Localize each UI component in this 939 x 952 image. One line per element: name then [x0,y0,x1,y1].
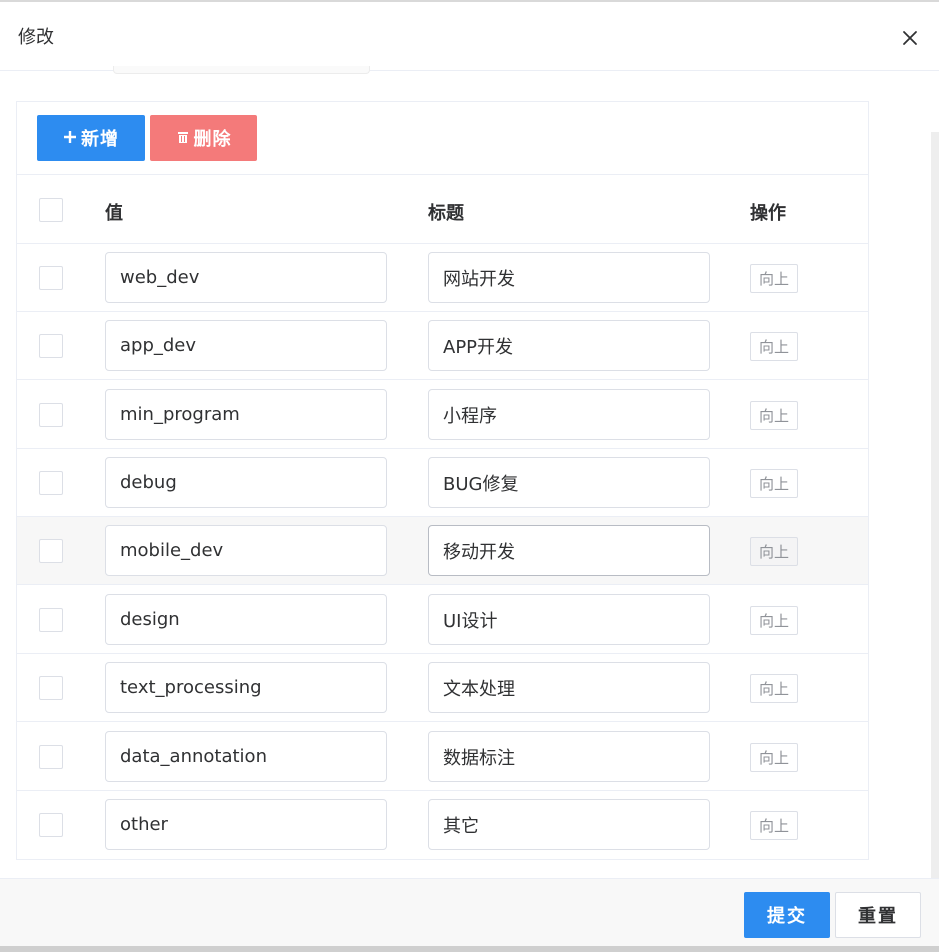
move-up-button[interactable]: 向上 [750,537,798,566]
trash-icon [176,128,190,149]
hidden-field-edge [113,66,370,74]
value-input[interactable]: debug [105,457,387,508]
title-input[interactable]: 数据标注 [428,731,710,782]
move-up-button[interactable]: 向上 [750,674,798,703]
table-toolbar: 新增 删除 [17,102,868,175]
value-input[interactable]: design [105,594,387,645]
table-row: web_dev 网站开发 向上 [17,244,868,312]
row-checkbox[interactable] [39,676,63,700]
title-input[interactable]: 小程序 [428,389,710,440]
delete-button[interactable]: 删除 [150,115,257,161]
title-input[interactable]: 文本处理 [428,662,710,713]
title-input[interactable]: APP开发 [428,320,710,371]
dialog-header: 修改 [0,2,939,71]
row-checkbox[interactable] [39,471,63,495]
header-action: 操作 [750,203,786,224]
title-input[interactable]: 网站开发 [428,252,710,303]
title-input[interactable]: BUG修复 [428,457,710,508]
table-row: design UI设计 向上 [17,586,868,654]
row-checkbox[interactable] [39,608,63,632]
value-input[interactable]: min_program [105,389,387,440]
value-input[interactable]: data_annotation [105,731,387,782]
row-checkbox[interactable] [39,745,63,769]
value-input[interactable]: other [105,799,387,850]
table-row: text_processing 文本处理 向上 [17,654,868,722]
row-checkbox[interactable] [39,266,63,290]
value-input[interactable]: app_dev [105,320,387,371]
title-input[interactable]: UI设计 [428,594,710,645]
table-header: 值 标题 操作 [17,175,868,244]
move-up-button[interactable]: 向上 [750,743,798,772]
add-button[interactable]: 新增 [37,115,145,161]
move-up-button[interactable]: 向上 [750,401,798,430]
title-input[interactable]: 其它 [428,799,710,850]
options-table-card: 新增 删除 值 标题 操作 web_dev 网站开发 向上 app_dev AP… [16,101,869,860]
move-up-button[interactable]: 向上 [750,332,798,361]
move-up-button[interactable]: 向上 [750,264,798,293]
row-checkbox[interactable] [39,403,63,427]
row-checkbox[interactable] [39,539,63,563]
dialog-title: 修改 [18,27,54,48]
table-row: min_program 小程序 向上 [17,381,868,449]
add-button-label: 新增 [81,129,119,150]
delete-button-label: 删除 [193,129,232,150]
table-row: mobile_dev 移动开发 向上 [17,517,868,585]
row-checkbox[interactable] [39,813,63,837]
scrollbar[interactable] [931,132,939,878]
value-input[interactable]: web_dev [105,252,387,303]
table-row: app_dev APP开发 向上 [17,312,868,380]
plus-icon [63,128,77,149]
close-icon[interactable] [896,24,924,52]
row-checkbox[interactable] [39,334,63,358]
move-up-button[interactable]: 向上 [750,811,798,840]
reset-button[interactable]: 重置 [835,892,921,938]
submit-button[interactable]: 提交 [744,892,830,938]
value-input[interactable]: mobile_dev [105,525,387,576]
move-up-button[interactable]: 向上 [750,606,798,635]
table-row: debug BUG修复 向上 [17,449,868,517]
move-up-button[interactable]: 向上 [750,469,798,498]
window-bottom-border [0,946,939,952]
table-row: other 其它 向上 [17,791,868,859]
header-value: 值 [105,203,123,224]
table-row: data_annotation 数据标注 向上 [17,723,868,791]
select-all-checkbox[interactable] [39,198,63,222]
value-input[interactable]: text_processing [105,662,387,713]
header-title: 标题 [428,203,464,224]
title-input[interactable]: 移动开发 [428,525,710,576]
dialog-footer: 提交 重置 [0,878,939,952]
